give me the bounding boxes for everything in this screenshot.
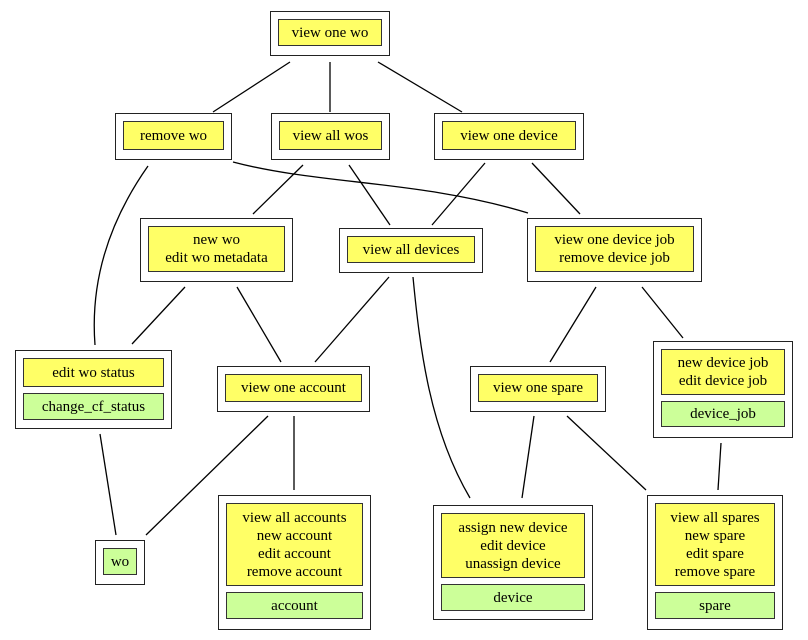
node-device[interactable]: assign new device edit device unassign d… <box>433 505 593 620</box>
node-view-one-device-job[interactable]: view one device job remove device job <box>527 218 702 282</box>
action-box: assign new device edit device unassign d… <box>441 513 585 578</box>
entity-box: device <box>441 584 585 611</box>
node-view-all-devices[interactable]: view all devices <box>339 228 483 273</box>
action-label: view one device <box>460 127 558 144</box>
entity-box: device_job <box>661 401 785 427</box>
action-box: edit wo status <box>23 358 164 387</box>
action-label: new account <box>256 527 333 544</box>
action-label: remove account <box>246 563 343 580</box>
edge-view-one-device-job-device-job <box>641 286 684 339</box>
action-box: view all spares new spare edit spare rem… <box>655 503 775 586</box>
action-label: view one device job <box>554 232 675 248</box>
edge-view-one-device-view-one-device-job <box>531 162 581 215</box>
edge-view-all-wos-new-wo <box>252 164 304 215</box>
action-label: new wo <box>192 232 241 248</box>
action-label: view all spares <box>670 509 760 526</box>
edge-edit-wo-status-wo <box>99 433 117 536</box>
edge-view-all-wos-view-all-devices <box>348 164 391 226</box>
entity-label: device <box>493 589 533 606</box>
entity-label: account <box>271 597 318 614</box>
action-box: view all wos <box>279 121 382 150</box>
action-label: edit spare <box>686 545 744 562</box>
entity-label: spare <box>699 597 731 614</box>
action-label: assign new device <box>458 519 568 536</box>
action-label: remove wo <box>139 127 208 144</box>
action-box: view one account <box>225 374 362 402</box>
action-label: view one spare <box>493 380 583 396</box>
action-label: view one wo <box>291 24 369 41</box>
action-label: new spare <box>684 527 746 544</box>
action-label: view all accounts <box>242 509 347 526</box>
action-box: new wo edit wo metadata <box>148 226 285 272</box>
action-label: view all devices <box>362 241 460 258</box>
action-label: edit device <box>480 537 546 554</box>
node-view-one-wo[interactable]: view one wo <box>270 11 390 56</box>
entity-label: change_cf_status <box>41 398 146 415</box>
action-label: edit device job <box>678 373 768 389</box>
entity-box: wo <box>103 548 137 575</box>
entity-box: spare <box>655 592 775 619</box>
node-account[interactable]: view all accounts new account edit accou… <box>218 495 371 630</box>
edge-device-job-spare <box>717 442 722 491</box>
entity-label: wo <box>110 553 130 570</box>
edge-view-one-device-job-view-one-spare <box>549 286 597 363</box>
node-view-one-device[interactable]: view one device <box>434 113 584 160</box>
edge-remove-wo-view-one-device-job <box>232 161 529 214</box>
action-label: edit wo metadata <box>165 250 268 266</box>
action-label: new device job <box>677 355 769 371</box>
edge-view-all-devices-device <box>412 276 471 499</box>
edge-view-one-device-view-all-devices <box>431 162 486 226</box>
edge-view-one-wo-view-one-device <box>377 61 463 113</box>
action-box: view one device job remove device job <box>535 226 694 272</box>
action-box: remove wo <box>123 121 224 150</box>
entity-label: device_job <box>690 406 756 422</box>
action-box: view one spare <box>478 374 598 402</box>
action-box: view all devices <box>347 236 475 263</box>
edge-new-wo-view-one-account <box>236 286 282 363</box>
node-remove-wo[interactable]: remove wo <box>115 113 232 160</box>
edge-view-all-devices-view-one-account <box>314 276 390 363</box>
node-device-job[interactable]: new device job edit device job device_jo… <box>653 341 793 438</box>
action-label: edit wo status <box>52 364 135 381</box>
node-view-one-spare[interactable]: view one spare <box>470 366 606 412</box>
entity-box: account <box>226 592 363 619</box>
node-wo[interactable]: wo <box>95 540 145 585</box>
action-label: view one account <box>241 380 346 396</box>
node-view-one-account[interactable]: view one account <box>217 366 370 412</box>
action-box: new device job edit device job <box>661 349 785 395</box>
action-label: edit account <box>258 545 331 562</box>
node-edit-wo-status[interactable]: edit wo status change_cf_status <box>15 350 172 429</box>
entity-box: change_cf_status <box>23 393 164 420</box>
action-box: view all accounts new account edit accou… <box>226 503 363 586</box>
action-label: remove device job <box>559 250 670 266</box>
edge-view-one-wo-remove-wo <box>212 61 291 113</box>
action-box: view one device <box>442 121 576 150</box>
node-view-all-wos[interactable]: view all wos <box>271 113 390 160</box>
node-spare[interactable]: view all spares new spare edit spare rem… <box>647 495 783 630</box>
action-box: view one wo <box>278 19 382 46</box>
edge-view-one-spare-device <box>521 415 535 499</box>
edge-new-wo-edit-wo-status <box>131 286 186 345</box>
edge-view-one-spare-spare <box>566 415 647 491</box>
node-new-wo[interactable]: new wo edit wo metadata <box>140 218 293 282</box>
action-label: view all wos <box>292 127 369 144</box>
action-label: unassign device <box>465 555 561 572</box>
action-label: remove spare <box>674 563 756 580</box>
